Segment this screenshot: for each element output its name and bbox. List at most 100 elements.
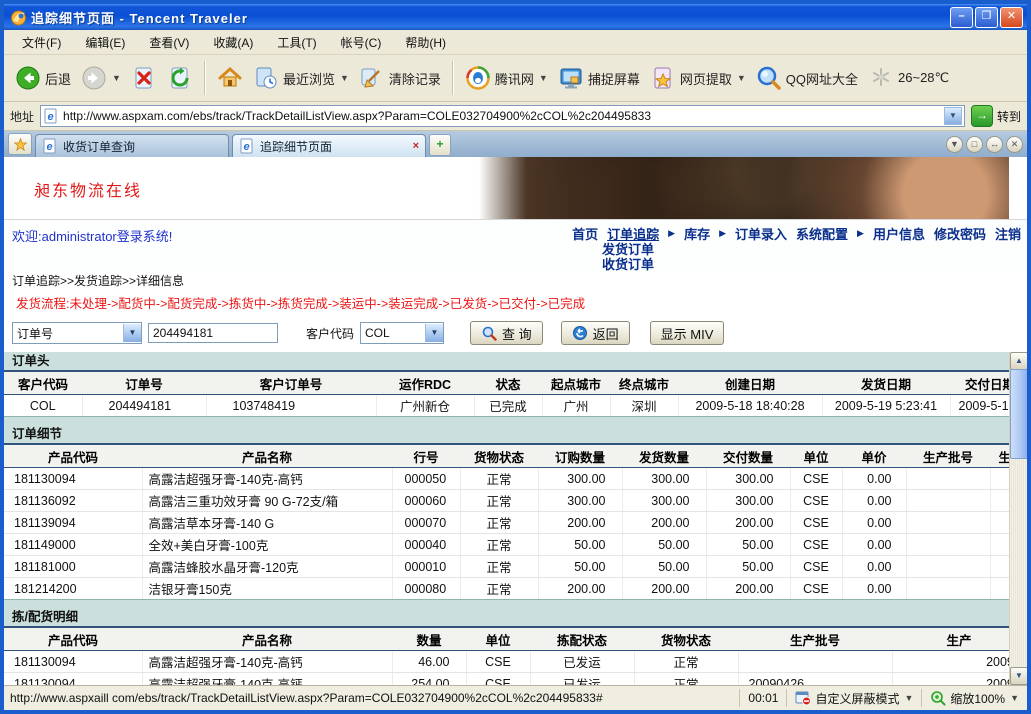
table-cell: 高露洁超强牙膏-140克-高钙 [142, 468, 392, 490]
tab-track-detail[interactable]: e 追踪细节页面 × [232, 134, 426, 157]
scroll-down-icon[interactable]: ▼ [1010, 667, 1027, 685]
order-type-select[interactable]: 订单号 ▼ [12, 322, 142, 344]
query-button[interactable]: 查 询 [470, 321, 543, 345]
clear-history-button[interactable]: 清除记录 [354, 62, 446, 94]
customer-code-select[interactable]: COL ▼ [360, 322, 444, 344]
recent-dropdown-icon[interactable]: ▼ [340, 73, 349, 83]
tab-arrange-icon[interactable]: ↔ [986, 136, 1003, 153]
search-icon [481, 325, 497, 341]
address-input[interactable]: e http://www.aspxam.com/ebs/track/TrackD… [40, 105, 965, 127]
table-cell: 50.00 [538, 556, 622, 578]
go-arrow-icon: → [971, 105, 993, 127]
table-row: COL204494181103748419广州新仓已完成广州深圳2009-5-1… [4, 395, 1027, 417]
refresh-icon [167, 65, 193, 91]
table-cell: 50.00 [538, 534, 622, 556]
nav-link[interactable]: 订单录入 [735, 224, 787, 243]
recent-browse-button[interactable]: 最近浏览 ▼ [248, 62, 354, 94]
table-cell: 2009-5-19 5:23:41 [822, 395, 950, 417]
tab-close-icon[interactable]: × [413, 140, 419, 152]
table-cell: 000010 [392, 556, 460, 578]
show-miv-button[interactable]: 显示 MIV [650, 321, 725, 345]
toolbar-separator [204, 61, 206, 95]
qq-site-label: 腾讯网 [495, 69, 534, 88]
nav-link[interactable]: 注销 [995, 224, 1021, 243]
zoom-dropdown-icon[interactable]: ▼ [1010, 693, 1019, 703]
home-button[interactable] [212, 62, 248, 94]
table-cell: 181181000 [4, 556, 142, 578]
block-mode-label: 自定义屏蔽模式 [815, 690, 899, 707]
minimize-button[interactable]: – [950, 7, 973, 28]
capture-screen-button[interactable]: 捕捉屏幕 [553, 62, 645, 94]
maximize-button[interactable]: ❐ [975, 7, 998, 28]
table-cell: COL [4, 395, 82, 417]
qq-site-dropdown-icon[interactable]: ▼ [539, 73, 548, 83]
nav-link[interactable]: 首页 [572, 224, 598, 243]
menu-item[interactable]: 收藏(A) [201, 31, 265, 54]
nav-link[interactable]: 库存 [684, 224, 710, 243]
table-cell [906, 512, 990, 534]
table-row: 181136092高露洁三重功效牙膏 90 G-72支/箱000060正常300… [4, 490, 1027, 512]
table-cell: CSE [790, 512, 842, 534]
table-cell: 2009-4 [892, 651, 1026, 673]
qq-site-button[interactable]: 腾讯网 ▼ [460, 62, 553, 94]
column-header: 发货数量 [622, 444, 706, 468]
tab-window-icon[interactable]: □ [966, 136, 983, 153]
forward-button[interactable]: ▼ [76, 62, 126, 94]
zoom-label: 缩放100% [950, 690, 1005, 707]
go-button[interactable]: → 转到 [971, 105, 1021, 127]
shipping-flow-text: 发货流程:未处理->配货中->配货完成->拣货中->拣货完成->装运中->装运完… [4, 290, 1027, 314]
zoom-icon [930, 690, 946, 706]
table-cell: 0.00 [842, 468, 906, 490]
table-row: 181181000高露洁蜂胶水晶牙膏-120克000010正常50.0050.0… [4, 556, 1027, 578]
nav-link[interactable]: 系统配置 [796, 224, 848, 243]
table-cell: 50.00 [622, 556, 706, 578]
nav-link[interactable]: 修改密码 [934, 224, 986, 243]
extract-page-button[interactable]: 网页提取 ▼ [645, 62, 751, 94]
nav-link[interactable]: 订单追踪 [607, 224, 659, 243]
zoom-control[interactable]: 缩放100% ▼ [922, 689, 1027, 707]
sub-nav-link[interactable]: 收货订单 [602, 257, 654, 272]
extract-page-icon [650, 65, 676, 91]
qq-nav-button[interactable]: QQ网址大全 [751, 62, 863, 94]
tab-close-all-icon[interactable]: ✕ [1006, 136, 1023, 153]
column-header: 发货日期 [822, 371, 950, 395]
favorites-button[interactable] [8, 133, 32, 155]
return-icon [572, 325, 588, 341]
table-cell: 0.00 [842, 556, 906, 578]
refresh-button[interactable] [162, 62, 198, 94]
vertical-scrollbar[interactable]: ▲ ▼ [1009, 352, 1027, 685]
address-bar: 地址 e http://www.aspxam.com/ebs/track/Tra… [4, 102, 1027, 131]
menu-item[interactable]: 帮助(H) [393, 31, 458, 54]
table-cell: 高露洁超强牙膏-140克-高钙 [142, 673, 392, 686]
back-button[interactable]: 后退 [10, 62, 76, 94]
table-cell: 20090426 [738, 673, 892, 686]
extract-dropdown-icon[interactable]: ▼ [737, 73, 746, 83]
weather-widget[interactable]: 26~28℃ [863, 62, 954, 94]
status-bar: http://www.aspxaill com/ebs/track/TrackD… [4, 685, 1027, 710]
forward-dropdown-icon[interactable]: ▼ [112, 73, 121, 83]
tab-receive-order-query[interactable]: e 收货订单查询 [35, 134, 229, 157]
return-button[interactable]: 返回 [561, 321, 630, 345]
close-button[interactable]: ✕ [1000, 7, 1023, 28]
menu-item[interactable]: 编辑(E) [73, 31, 137, 54]
page-icon: e [43, 108, 59, 124]
scrollbar-thumb[interactable] [1010, 369, 1027, 459]
scroll-up-icon[interactable]: ▲ [1010, 352, 1027, 370]
menu-item[interactable]: 工具(T) [265, 31, 328, 54]
new-tab-button[interactable]: + [429, 134, 451, 156]
nav-link[interactable]: 用户信息 [873, 224, 925, 243]
column-header: 状态 [474, 371, 542, 395]
block-mode-dropdown-icon[interactable]: ▼ [904, 693, 913, 703]
tab-list-chevron-icon[interactable]: ▼ [946, 136, 963, 153]
menu-item[interactable]: 文件(F) [10, 31, 73, 54]
column-header: 货物状态 [634, 627, 738, 651]
stop-button[interactable] [126, 62, 162, 94]
block-mode-control[interactable]: 自定义屏蔽模式 ▼ [787, 689, 922, 707]
weather-icon [868, 65, 894, 91]
menu-item[interactable]: 帐号(C) [329, 31, 394, 54]
menu-item[interactable]: 查看(V) [137, 31, 201, 54]
address-dropdown-icon[interactable]: ▼ [944, 107, 962, 125]
order-number-input[interactable] [148, 323, 278, 343]
query-label: 查 询 [502, 324, 532, 343]
sub-nav-link[interactable]: 发货订单 [602, 242, 654, 257]
